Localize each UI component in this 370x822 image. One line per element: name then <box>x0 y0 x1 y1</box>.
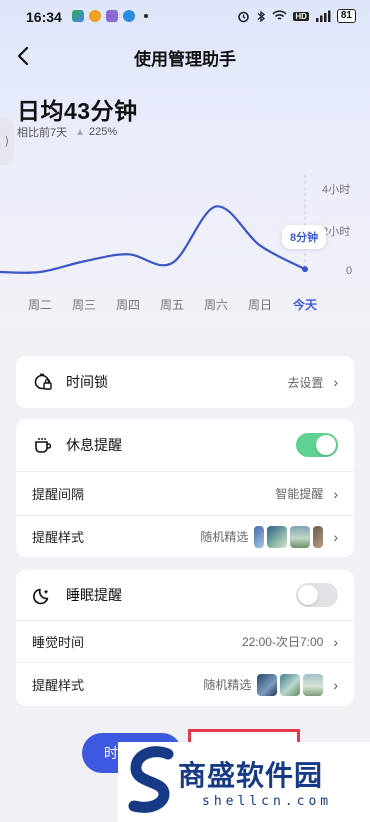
rest-interval-value: 智能提醒 <box>275 487 324 501</box>
day-label[interactable]: 周六 <box>204 296 228 313</box>
time-lock-setting: 去设置 <box>287 375 324 390</box>
rest-style-row[interactable]: 提醒样式 随机精选 › <box>16 515 354 557</box>
sleep-time-value: 22:00-次日7:00 <box>241 635 324 649</box>
usage-series-line <box>0 205 306 274</box>
moon-icon <box>32 584 54 606</box>
usage-chart: 4小时 2小时 0 8分钟 周二 周三 周四 周五 周六 周日 今天 <box>0 175 370 320</box>
up-arrow-icon: ▲ <box>75 126 86 138</box>
time-lock-title: 时间锁 <box>66 374 108 390</box>
nav-bar: 使用管理助手 <box>0 36 370 76</box>
sleep-style-value-group: 随机精选 › <box>203 673 338 696</box>
rest-style-value-group: 随机精选 › <box>200 525 338 548</box>
signal-icon <box>315 10 331 22</box>
rest-style-value: 随机精选 <box>200 530 249 544</box>
style-thumbnails <box>257 673 324 696</box>
sleep-time-value-group: 22:00-次日7:00 › <box>242 633 338 650</box>
wifi-icon <box>272 10 287 20</box>
style-thumbnails <box>254 525 324 548</box>
hd-badge: HD <box>293 11 309 21</box>
rest-interval-label: 提醒间隔 <box>32 487 85 502</box>
today-usage-bubble: 8分钟 <box>282 225 327 249</box>
status-bar: 16:34 HD 81 <box>0 0 370 34</box>
time-lock-card: 时间锁 去设置 › <box>16 356 354 408</box>
sleep-reminder-title: 睡眠提醒 <box>66 587 122 603</box>
time-lock-row[interactable]: 时间锁 去设置 › <box>16 356 354 408</box>
wallpaper-thumbnail <box>303 673 324 696</box>
rest-style-label: 提醒样式 <box>32 530 85 545</box>
day-label[interactable]: 周二 <box>28 296 52 313</box>
timer-lock-icon <box>32 371 54 393</box>
blue-app-icon <box>123 10 135 22</box>
status-time: 16:34 <box>26 9 62 25</box>
day-label[interactable]: 周五 <box>160 296 184 313</box>
sleep-style-label: 提醒样式 <box>32 678 85 693</box>
more-notifications-icon <box>144 14 148 18</box>
day-label-today[interactable]: 今天 <box>293 296 317 313</box>
rest-reminder-title: 休息提醒 <box>66 437 122 453</box>
rest-interval-value-group: 智能提醒 › <box>275 485 338 502</box>
sleep-reminder-toggle[interactable] <box>296 583 338 607</box>
wallpaper-thumbnail <box>313 525 324 548</box>
day-label[interactable]: 周三 <box>72 296 96 313</box>
alarm-icon <box>238 11 250 22</box>
sleep-style-value: 随机精选 <box>203 678 252 692</box>
toggle-knob <box>316 435 336 455</box>
chevron-right-icon: › <box>333 485 338 502</box>
chevron-right-icon: › <box>333 676 338 693</box>
time-lock-value: 去设置 › <box>287 374 338 391</box>
y-tick-label: 0 <box>346 265 353 277</box>
wallpaper-thumbnail <box>280 673 301 696</box>
k-app-icon <box>106 10 118 22</box>
chevron-right-icon: › <box>333 374 338 390</box>
rest-interval-row[interactable]: 提醒间隔 智能提醒 › <box>16 471 354 515</box>
watermark-name: 商盛软件园 <box>178 759 324 792</box>
bluetooth-icon <box>257 10 266 22</box>
wallpaper-thumbnail <box>267 525 288 548</box>
sleep-time-row[interactable]: 睡觉时间 22:00-次日7:00 › <box>16 620 354 662</box>
watermark-logo-icon <box>128 746 174 813</box>
compare-label: 相比前7天 <box>17 127 68 139</box>
wallpaper-thumbnail <box>257 673 278 696</box>
sleep-time-label: 睡觉时间 <box>32 635 85 650</box>
rest-reminder-card: 休息提醒 提醒间隔 智能提醒 › 提醒样式 随机精选 › <box>16 419 354 557</box>
day-label[interactable]: 周日 <box>248 296 272 313</box>
compare-value: 225% <box>89 126 118 138</box>
sleep-reminder-row: 睡眠提醒 <box>16 570 354 620</box>
day-label[interactable]: 周四 <box>116 296 140 313</box>
toggle-knob <box>298 585 318 605</box>
wallpaper-thumbnail <box>254 525 265 548</box>
daily-average: 日均43分钟 <box>17 98 138 124</box>
watermark-domain: shellcn.com <box>202 794 333 809</box>
chevron-right-icon: › <box>333 633 338 650</box>
notification-icons <box>72 10 148 22</box>
chevron-right-icon: › <box>333 528 338 545</box>
sleep-reminder-card: 睡眠提醒 睡觉时间 22:00-次日7:00 › 提醒样式 随机精选 › <box>16 570 354 706</box>
play-store-icon <box>72 10 84 22</box>
page-title: 使用管理助手 <box>134 50 236 69</box>
side-panel-handle[interactable]: ⟩ <box>0 117 14 165</box>
rest-reminder-row: 休息提醒 <box>16 419 354 471</box>
sleep-style-row[interactable]: 提醒样式 随机精选 › <box>16 662 354 706</box>
y-tick-label: 2小时 <box>322 226 351 238</box>
y-tick-label: 4小时 <box>322 184 351 196</box>
wallpaper-thumbnail <box>290 525 311 548</box>
battery-indicator: 81 <box>336 9 356 23</box>
chevron-right-icon: ⟩ <box>4 134 10 148</box>
cup-icon <box>32 434 54 456</box>
site-watermark: 商盛软件园 shellcn.com <box>118 742 370 822</box>
today-data-point <box>302 266 308 273</box>
status-indicators: HD 81 <box>237 9 356 23</box>
weibo-icon <box>89 10 101 22</box>
rest-reminder-toggle[interactable] <box>296 433 338 457</box>
comparison: 相比前7天 ▲ 225% <box>17 124 117 140</box>
